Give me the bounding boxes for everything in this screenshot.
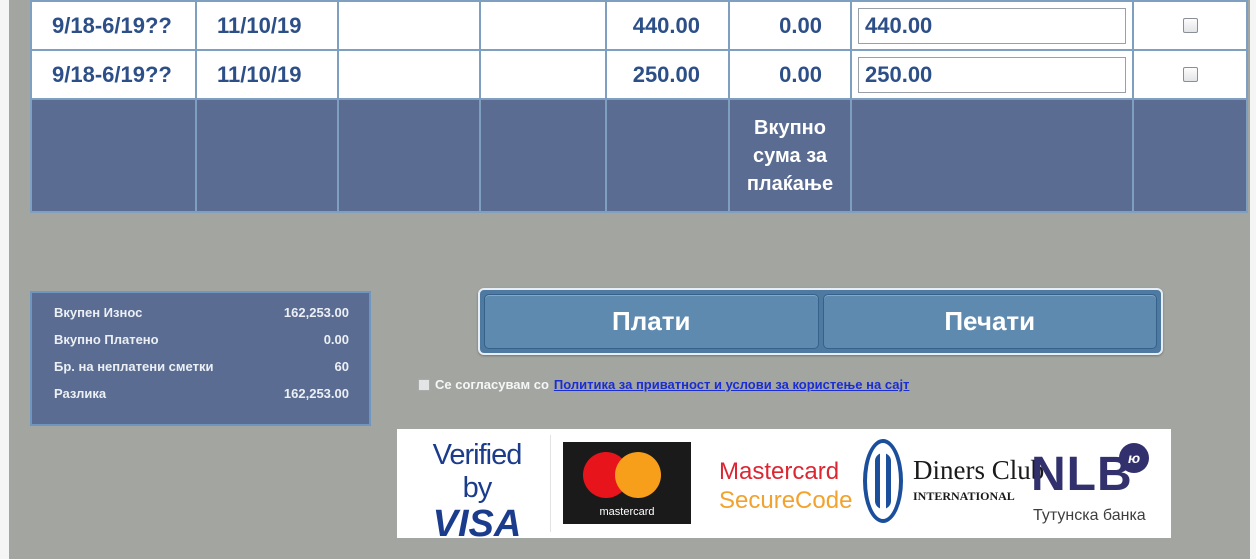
privacy-policy-link[interactable]: Политика за приватност и услови за корис…: [554, 377, 910, 392]
total-empty-cell: [479, 98, 607, 213]
empty-cell: [337, 49, 481, 100]
summary-value: 60: [334, 359, 349, 374]
summary-value: 162,253.00: [283, 305, 349, 320]
agreement-text: Се согласувам со: [435, 377, 549, 392]
summary-row: Разлика 162,253.00: [54, 380, 349, 407]
left-edge: [0, 0, 9, 559]
paid-cell: 0.00: [728, 0, 852, 51]
nlb-bank-logo: NLB ю Тутунска банка: [1031, 443, 1161, 533]
amount-cell: 250.00: [605, 49, 730, 100]
summary-row: Вкупен Износ 162,253.00: [54, 299, 349, 326]
total-empty-cell: [30, 98, 197, 213]
diners-club-logo: Diners Club INTERNATIONAL: [863, 437, 1044, 527]
logo-divider: [550, 435, 551, 532]
amount-cell: 440.00: [605, 0, 730, 51]
right-edge: [1250, 0, 1256, 559]
summary-label: Разлика: [54, 386, 107, 401]
total-label: Вкупно сума за плаќање: [746, 116, 834, 195]
empty-cell: [479, 49, 607, 100]
empty-cell: [337, 0, 481, 51]
summary-label: Бр. на неплатени сметки: [54, 359, 214, 374]
summary-label: Вкупно Платено: [54, 332, 159, 347]
total-row: Вкупно сума за плаќање: [30, 98, 1248, 213]
total-empty-cell: [605, 98, 730, 213]
total-empty-cell: [337, 98, 481, 213]
date-cell: 11/10/19: [195, 49, 339, 100]
select-cell: [1132, 0, 1248, 51]
agree-checkbox[interactable]: [418, 378, 430, 391]
total-label-cell: Вкупно сума за плаќање: [728, 98, 852, 213]
summary-panel: Вкупен Износ 162,253.00 Вкупно Платено 0…: [30, 291, 371, 426]
pay-amount-input[interactable]: [858, 7, 1126, 44]
period-cell: 9/18-6/19??: [30, 0, 197, 51]
verified-by-visa-logo: Verified by VISA: [432, 439, 523, 545]
empty-cell: [479, 0, 607, 51]
total-empty-cell: [1132, 98, 1248, 213]
summary-value: 0.00: [323, 332, 349, 347]
select-cell: [1132, 49, 1248, 100]
select-checkbox[interactable]: [1182, 66, 1198, 82]
bills-table: 9/18-6/19?? 11/10/19 440.00 0.00 9/18-6/…: [30, 0, 1248, 213]
table-row: 9/18-6/19?? 11/10/19 250.00 0.00: [30, 49, 1248, 100]
total-value-cell: [850, 98, 1134, 213]
period-cell: 9/18-6/19??: [30, 49, 197, 100]
total-empty-cell: [195, 98, 339, 213]
payment-page: 9/18-6/19?? 11/10/19 440.00 0.00 9/18-6/…: [0, 0, 1256, 559]
action-bar: Плати Печати: [478, 288, 1163, 355]
date-cell: 11/10/19: [195, 0, 339, 51]
payment-logos: Verified by VISA mastercard Mastercard S…: [397, 429, 1171, 545]
pay-button[interactable]: Плати: [484, 294, 819, 349]
summary-row: Вкупно Платено 0.00: [54, 326, 349, 353]
paid-cell: 0.00: [728, 49, 852, 100]
pay-amount-cell: [850, 49, 1134, 100]
pay-amount-cell: [850, 0, 1134, 51]
mastercard-securecode-logo: Mastercard SecureCode: [719, 458, 853, 514]
summary-label: Вкупен Износ: [54, 305, 143, 320]
pay-amount-input[interactable]: [858, 56, 1126, 93]
summary-value: 162,253.00: [283, 386, 349, 401]
summary-row: Бр. на неплатени сметки 60: [54, 353, 349, 380]
agreement: Се согласувам со Политика за приватност …: [418, 377, 909, 392]
select-checkbox[interactable]: [1182, 17, 1198, 33]
table-row: 9/18-6/19?? 11/10/19 440.00 0.00: [30, 0, 1248, 51]
mastercard-logo: mastercard: [563, 442, 691, 524]
print-button[interactable]: Печати: [822, 294, 1157, 349]
